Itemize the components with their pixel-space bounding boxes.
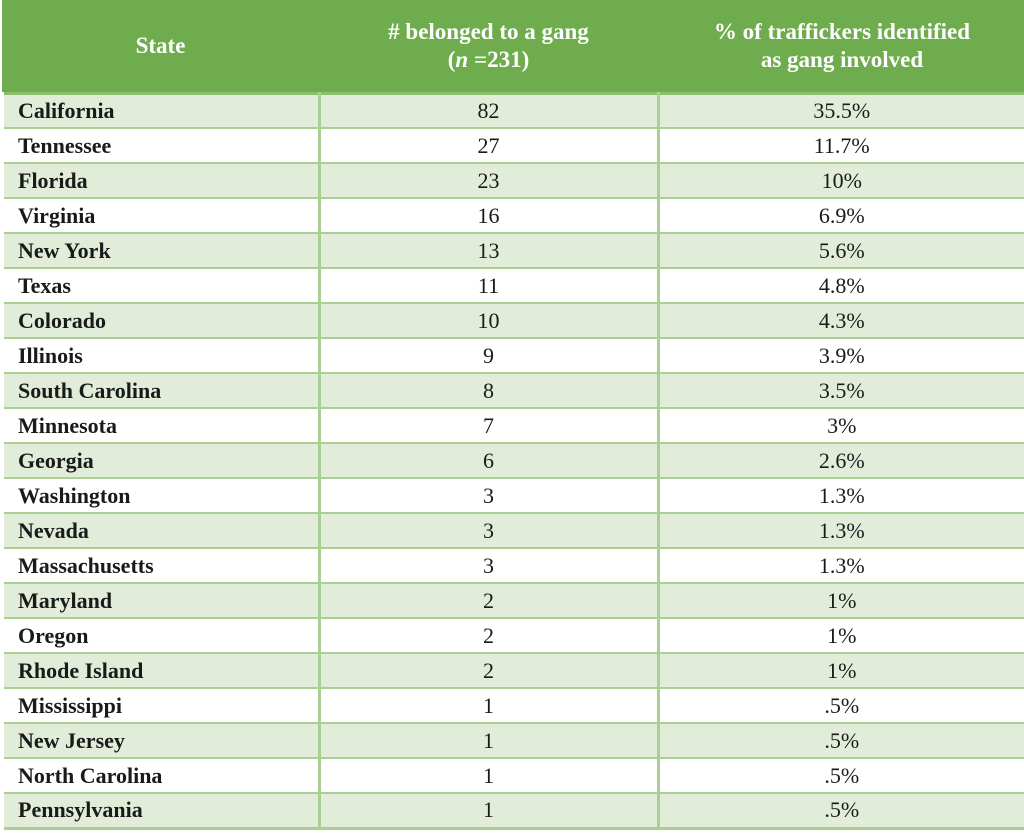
cell-state: Nevada: [0, 512, 321, 549]
cell-gang-percent: 1%: [656, 652, 1024, 689]
table-row: Mississippi 1.5%: [0, 687, 1024, 724]
cell-state: Rhode Island: [0, 652, 321, 689]
cell-state: Pennsylvania: [0, 792, 321, 830]
column-header-percent-line2: as gang involved: [760, 46, 924, 72]
cell-state: Florida: [0, 162, 321, 199]
column-header-state-line1: State: [135, 32, 186, 58]
table-row: Maryland 2 1%: [0, 582, 1024, 619]
cell-gang-percent: 1%: [656, 617, 1024, 654]
table-container: State # belonged to a gang (n =231) % of…: [0, 0, 1024, 833]
cell-gang-count: 1: [317, 687, 660, 724]
cell-gang-count: 3: [317, 477, 660, 514]
cell-gang-count: 2: [317, 617, 660, 654]
cell-state: California: [0, 91, 321, 129]
cell-state: North Carolina: [0, 757, 321, 794]
cell-state: New Jersey: [0, 722, 321, 759]
cell-gang-percent: 3%: [656, 407, 1024, 444]
cell-gang-percent: 1.3%: [656, 512, 1024, 549]
table-row: Illinois 9 3.9%: [0, 337, 1024, 374]
cell-state: Virginia: [0, 197, 321, 234]
table-row: New Jersey 1.5%: [0, 722, 1024, 759]
column-header-percent: % of traffickers identified as gang invo…: [658, 0, 1024, 93]
cell-gang-count: 2: [317, 652, 660, 689]
cell-gang-percent: .5%: [656, 722, 1024, 759]
gang-involvement-table: State # belonged to a gang (n =231) % of…: [0, 0, 1024, 830]
table-row: Tennessee 27 11.7%: [0, 127, 1024, 164]
cell-gang-percent: 4.8%: [656, 267, 1024, 304]
cell-state: Illinois: [0, 337, 321, 374]
cell-state: Georgia: [0, 442, 321, 479]
table-row: Pennsylvania 1.5%: [0, 792, 1024, 830]
cell-state: Washington: [0, 477, 321, 514]
table-row: California 82 35.5%: [0, 91, 1024, 129]
cell-state: Tennessee: [0, 127, 321, 164]
cell-gang-percent: .5%: [656, 792, 1024, 830]
cell-gang-count: 1: [317, 757, 660, 794]
cell-gang-count: 23: [317, 162, 660, 199]
cell-gang-percent: 10%: [656, 162, 1024, 199]
cell-state: Texas: [0, 267, 321, 304]
cell-gang-percent: 5.6%: [656, 232, 1024, 269]
cell-gang-percent: 11.7%: [656, 127, 1024, 164]
table-row: Nevada 3 1.3%: [0, 512, 1024, 549]
cell-state: Colorado: [0, 302, 321, 339]
column-header-count: # belonged to a gang (n =231): [319, 0, 658, 93]
cell-gang-percent: 1.3%: [656, 477, 1024, 514]
table-row: Minnesota 7 3%: [0, 407, 1024, 444]
cell-gang-percent: 35.5%: [656, 91, 1024, 129]
cell-gang-count: 13: [317, 232, 660, 269]
cell-gang-percent: 3.5%: [656, 372, 1024, 409]
table-row: Massachusetts 3 1.3%: [0, 547, 1024, 584]
cell-gang-count: 82: [317, 91, 660, 129]
cell-gang-count: 27: [317, 127, 660, 164]
table-header: State # belonged to a gang (n =231) % of…: [2, 0, 1024, 93]
table-row: Florida 23 10%: [0, 162, 1024, 199]
cell-gang-count: 8: [317, 372, 660, 409]
column-header-count-line1: # belonged to a gang: [388, 18, 589, 44]
cell-gang-percent: .5%: [656, 687, 1024, 724]
cell-state: Minnesota: [0, 407, 321, 444]
cell-gang-count: 1: [317, 792, 660, 830]
table-row: Colorado 10 4.3%: [0, 302, 1024, 339]
cell-state: Oregon: [0, 617, 321, 654]
table-row: Washington 3 1.3%: [0, 477, 1024, 514]
cell-gang-count: 7: [317, 407, 660, 444]
cell-gang-percent: 1%: [656, 582, 1024, 619]
column-header-state: State: [2, 0, 319, 93]
cell-gang-count: 3: [317, 547, 660, 584]
sample-size-symbol: n: [455, 46, 469, 72]
header-row: State # belonged to a gang (n =231) % of…: [2, 0, 1024, 93]
table-row: Texas 11 4.8%: [0, 267, 1024, 304]
table-body: California 82 35.5% Tennessee 27 11.7% Florida…: [0, 91, 1024, 830]
table-row: Oregon 2 1%: [0, 617, 1024, 654]
column-header-percent-line1: % of traffickers identified: [713, 18, 971, 44]
table-row: South Carolina 8 3.5%: [0, 372, 1024, 409]
table-row: New York 13 5.6%: [0, 232, 1024, 269]
cell-gang-percent: 4.3%: [656, 302, 1024, 339]
cell-gang-count: 16: [317, 197, 660, 234]
cell-state: Massachusetts: [0, 547, 321, 584]
table-row: Georgia 6 2.6%: [0, 442, 1024, 479]
column-header-count-line2: (n =231): [327, 46, 650, 74]
cell-gang-count: 11: [317, 267, 660, 304]
cell-gang-count: 2: [317, 582, 660, 619]
cell-gang-percent: .5%: [656, 757, 1024, 794]
cell-state: Mississippi: [0, 687, 321, 724]
cell-state: New York: [0, 232, 321, 269]
table-row: Rhode Island 2 1%: [0, 652, 1024, 689]
cell-gang-count: 6: [317, 442, 660, 479]
table-row: North Carolina 1.5%: [0, 757, 1024, 794]
cell-state: Maryland: [0, 582, 321, 619]
cell-gang-count: 1: [317, 722, 660, 759]
cell-state: South Carolina: [0, 372, 321, 409]
cell-gang-percent: 1.3%: [656, 547, 1024, 584]
cell-gang-percent: 6.9%: [656, 197, 1024, 234]
cell-gang-percent: 2.6%: [656, 442, 1024, 479]
sample-size-value: =231): [468, 46, 530, 72]
cell-gang-count: 3: [317, 512, 660, 549]
cell-gang-count: 10: [317, 302, 660, 339]
cell-gang-percent: 3.9%: [656, 337, 1024, 374]
table-row: Virginia 16 6.9%: [0, 197, 1024, 234]
cell-gang-count: 9: [317, 337, 660, 374]
